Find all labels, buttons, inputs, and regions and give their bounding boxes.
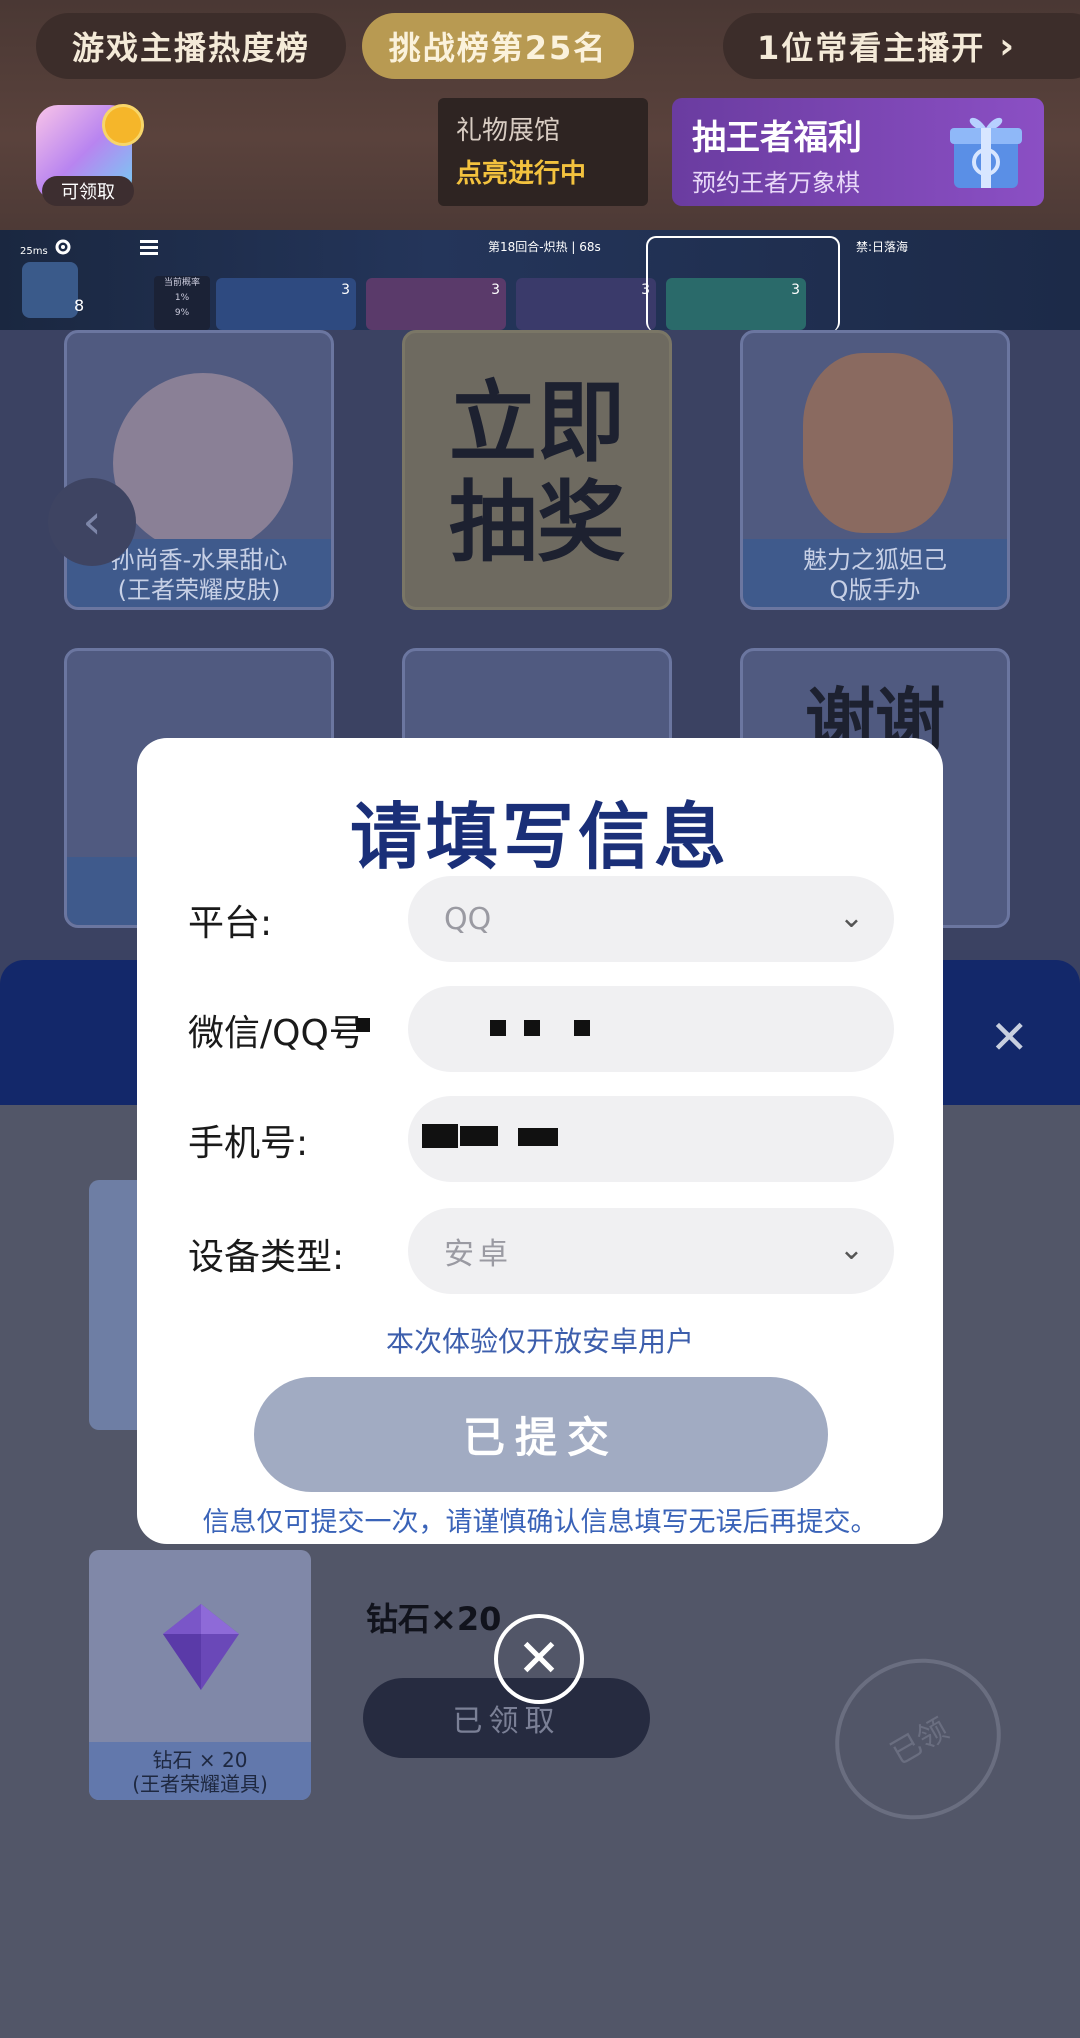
chevron-left-icon[interactable]: ‹ bbox=[48, 478, 136, 566]
device-value: 安卓 bbox=[444, 1237, 512, 1272]
card-count: 3 bbox=[491, 282, 500, 298]
hero-card[interactable]: 3 bbox=[366, 278, 506, 330]
tab-label: 1位常看主播开 bbox=[757, 29, 986, 67]
android-only-note: 本次体验仅开放安卓用户 bbox=[385, 1325, 694, 1358]
gear-icon[interactable] bbox=[52, 236, 74, 258]
gift-hall-status: 点亮进行中 bbox=[456, 159, 587, 189]
redaction bbox=[524, 1020, 540, 1036]
prize-image bbox=[113, 373, 293, 553]
gift-hall-title: 礼物展馆 bbox=[456, 116, 561, 146]
submitted-button[interactable]: 已提交 bbox=[254, 1377, 828, 1492]
hero-card[interactable]: 3 bbox=[516, 278, 656, 330]
account-label: 微信/QQ号 bbox=[188, 1013, 365, 1054]
chevron-right-icon: › bbox=[999, 25, 1017, 67]
ban-info: 禁:日落海 bbox=[856, 240, 909, 254]
odds-value-2: 9% bbox=[174, 308, 190, 318]
prize-tile[interactable]: 孙尚香-水果甜心 (王者荣耀皮肤) bbox=[64, 330, 334, 610]
phone-input[interactable] bbox=[408, 1096, 894, 1182]
platform-select[interactable]: QQ ⌄ bbox=[408, 876, 894, 962]
redaction bbox=[490, 1020, 506, 1036]
menu-icon[interactable] bbox=[138, 236, 160, 258]
reward-card-diamond: 钻石 × 20 (王者荣耀道具) bbox=[89, 1550, 311, 1800]
redaction bbox=[518, 1128, 558, 1146]
redaction bbox=[356, 1018, 370, 1032]
ping-readout: 25ms bbox=[20, 246, 48, 257]
round-info: 第18回合-炽热 | 68s bbox=[488, 240, 601, 254]
odds-value-1: 1% bbox=[174, 293, 190, 303]
redaction bbox=[460, 1126, 498, 1146]
draw-now-tile[interactable]: 立即 抽奖 bbox=[402, 330, 672, 610]
chevron-down-icon: ⌄ bbox=[838, 900, 864, 935]
modal-title: 请填写信息 bbox=[349, 795, 730, 879]
device-label: 设备类型: bbox=[188, 1237, 345, 1278]
chevron-down-icon: ⌄ bbox=[838, 1232, 864, 1267]
platform-label: 平台: bbox=[188, 903, 273, 944]
reward-caption: 钻石 × 20 (王者荣耀道具) bbox=[89, 1742, 311, 1800]
phone-label: 手机号: bbox=[188, 1123, 309, 1164]
player-avatar bbox=[22, 262, 78, 318]
draw-now-label: 立即 抽奖 bbox=[448, 371, 625, 574]
close-icon[interactable]: ✕ bbox=[494, 1614, 584, 1704]
tab-challenge-rank[interactable]: 挑战榜第25名 bbox=[362, 13, 634, 79]
odds-title: 当前概率 bbox=[163, 278, 200, 288]
redaction bbox=[574, 1020, 590, 1036]
player-level: 8 bbox=[74, 296, 85, 315]
prize-tile[interactable]: 魅力之狐妲己 Q版手办 bbox=[740, 330, 1010, 610]
diamond-icon bbox=[163, 1604, 239, 1690]
tab-label: 游戏主播热度榜 bbox=[71, 29, 310, 67]
close-icon[interactable]: ✕ bbox=[990, 1010, 1029, 1064]
odds-panel: 当前概率 1% 9% bbox=[154, 276, 210, 330]
tab-followed-streamers[interactable]: 1位常看主播开 › bbox=[723, 13, 1080, 79]
submit-warning: 信息仅可提交一次，请谨慎确认信息填写无误后再提交。 bbox=[202, 1507, 878, 1538]
device-select[interactable]: 安卓 ⌄ bbox=[408, 1208, 894, 1294]
redaction bbox=[422, 1124, 458, 1148]
platform-value: QQ bbox=[444, 901, 492, 937]
claim-tag: 可领取 bbox=[42, 176, 134, 206]
card-count: 3 bbox=[341, 282, 350, 298]
selection-frame bbox=[646, 236, 840, 332]
gift-box-icon bbox=[950, 117, 1022, 188]
notification-dot bbox=[102, 104, 144, 146]
prize-image bbox=[803, 353, 953, 533]
promo-banner[interactable]: 抽王者福利 预约王者万象棋 bbox=[672, 98, 1044, 206]
prize-caption: 魅力之狐妲己 Q版手办 bbox=[743, 539, 1007, 607]
account-input[interactable] bbox=[408, 986, 894, 1072]
gift-hall-card[interactable]: 礼物展馆 点亮进行中 bbox=[438, 98, 648, 206]
reward-name: 钻石×20 bbox=[366, 1600, 502, 1638]
tab-hot-streamers[interactable]: 游戏主播热度榜 bbox=[36, 13, 346, 79]
hero-card[interactable]: 3 bbox=[216, 278, 356, 330]
tab-label: 挑战榜第25名 bbox=[388, 29, 608, 67]
